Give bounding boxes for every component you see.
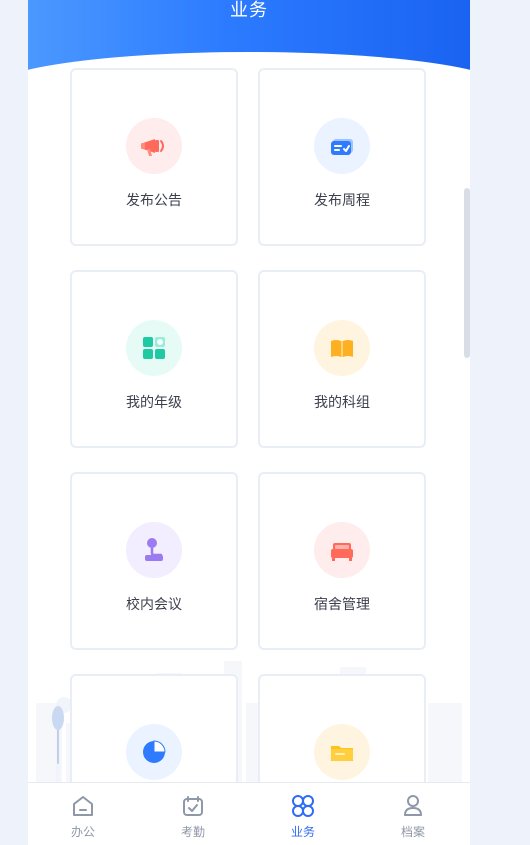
scrollbar-thumb[interactable]	[464, 188, 470, 358]
card-my-grade[interactable]: 我的年级	[70, 270, 238, 448]
card-label: 宿舍管理	[314, 596, 370, 612]
apps-icon	[292, 795, 314, 817]
tab-label: 业务	[290, 825, 315, 839]
tab-label: 办公	[70, 825, 95, 839]
tab-label: 考勤	[180, 825, 205, 839]
card-label: 发布周程	[314, 192, 370, 208]
folder-icon	[314, 724, 370, 780]
screen: 业务 发布公告 发布周程 我的年级 我的科组 校内会议 宿舍管理 办公 考勤 业…	[0, 0, 530, 845]
card-campus-meeting[interactable]: 校内会议	[70, 472, 238, 650]
card-my-subject-group[interactable]: 我的科组	[258, 270, 426, 448]
tab-label: 档案	[400, 825, 425, 839]
microphone-icon	[126, 522, 182, 578]
megaphone-icon	[126, 118, 182, 174]
bottom-tab-bar: 办公 考勤 业务 档案	[28, 782, 470, 845]
tab-office[interactable]: 办公	[28, 791, 138, 841]
card-label: 校内会议	[126, 596, 182, 612]
card-publish-announcement[interactable]: 发布公告	[70, 68, 238, 246]
tab-business[interactable]: 业务	[248, 791, 358, 841]
card-label: 我的科组	[314, 394, 370, 410]
grade-grid-icon	[126, 320, 182, 376]
card-label: 发布公告	[126, 192, 182, 208]
page-title: 业务	[230, 0, 268, 20]
bed-icon	[314, 522, 370, 578]
tab-archive[interactable]: 档案	[358, 791, 468, 841]
calendar-check-icon	[183, 796, 203, 816]
card-dormitory-management[interactable]: 宿舍管理	[258, 472, 426, 650]
home-icon	[73, 796, 93, 816]
card-publish-weekly-schedule[interactable]: 发布周程	[258, 68, 426, 246]
book-icon	[314, 320, 370, 376]
card-label: 我的年级	[126, 394, 182, 410]
profile-icon	[404, 795, 422, 816]
tab-attendance[interactable]: 考勤	[138, 791, 248, 841]
pie-chart-icon	[126, 724, 182, 780]
app-window: 业务 发布公告 发布周程 我的年级 我的科组 校内会议 宿舍管理 办公 考勤 业…	[28, 0, 470, 845]
calendar-card-icon	[314, 118, 370, 174]
